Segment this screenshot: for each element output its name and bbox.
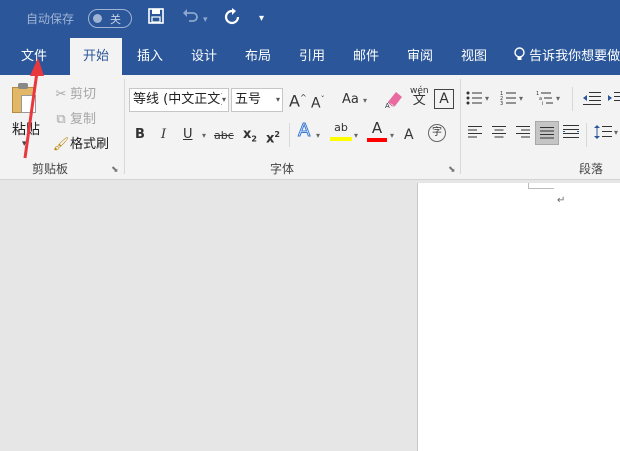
cut-label: 剪切 bbox=[70, 87, 97, 102]
tab-design[interactable]: 设计 bbox=[178, 38, 230, 75]
font-row-separator bbox=[289, 123, 290, 147]
toggle-knob bbox=[93, 14, 102, 23]
font-size-value: 五号 bbox=[235, 92, 262, 107]
increase-indent-icon[interactable] bbox=[607, 90, 620, 112]
ribbon-tabs: 文件 开始 插入 设计 布局 引用 邮件 审阅 视图 告诉我你想要做 bbox=[0, 38, 620, 75]
clear-formatting-icon[interactable]: A bbox=[385, 89, 405, 115]
cut-button[interactable]: ✂ 剪切 bbox=[52, 83, 96, 102]
tell-me-text: 告诉我你想要做 bbox=[529, 49, 620, 64]
document-page[interactable]: ↵ bbox=[417, 183, 620, 451]
copy-icon: ⧉ bbox=[56, 112, 66, 127]
redo-icon[interactable] bbox=[223, 8, 241, 31]
tab-file[interactable]: 文件 bbox=[8, 38, 60, 75]
svg-text:i: i bbox=[542, 101, 543, 106]
undo-icon[interactable] bbox=[182, 8, 200, 29]
chevron-down-icon: ▾ bbox=[275, 95, 280, 104]
distributed-icon[interactable] bbox=[563, 124, 579, 146]
tab-mailings[interactable]: 邮件 bbox=[340, 38, 392, 75]
para-row-separator bbox=[572, 87, 573, 111]
font-name-combo[interactable]: 等线 (中文正文) ▾ bbox=[129, 88, 229, 112]
highlight-button[interactable]: ab bbox=[330, 121, 352, 141]
font-color-bar bbox=[367, 138, 387, 142]
svg-text:▾: ▾ bbox=[519, 94, 523, 103]
chevron-down-icon: ▾ bbox=[221, 89, 226, 111]
align-left-icon[interactable] bbox=[468, 126, 482, 144]
lightbulb-icon bbox=[514, 47, 529, 64]
paragraph-group-label: 段落 bbox=[579, 162, 604, 176]
tab-layout[interactable]: 布局 bbox=[232, 38, 284, 75]
character-border-button[interactable]: A bbox=[434, 89, 454, 109]
align-center-icon[interactable] bbox=[492, 126, 506, 144]
clipboard-group-label: 剪贴板 bbox=[32, 162, 69, 176]
paste-icon[interactable] bbox=[12, 83, 36, 113]
subscript-button[interactable]: x2 bbox=[243, 126, 257, 149]
tell-me-box[interactable]: 告诉我你想要做 bbox=[514, 38, 620, 75]
align-right-icon[interactable] bbox=[516, 126, 530, 144]
scissors-icon: ✂ bbox=[55, 87, 67, 102]
save-icon[interactable] bbox=[148, 8, 164, 29]
enclose-characters-button[interactable]: 字 bbox=[428, 124, 446, 142]
font-name-value: 等线 (中文正文) bbox=[133, 92, 226, 107]
numbering-icon[interactable]: 1 2 3 ▾ bbox=[500, 90, 526, 112]
shrink-font-button[interactable]: Aˇ bbox=[311, 91, 325, 113]
tab-references[interactable]: 引用 bbox=[286, 38, 338, 75]
text-effects-dropdown-icon[interactable]: ▾ bbox=[316, 126, 320, 145]
highlight-dropdown-icon[interactable]: ▾ bbox=[354, 126, 358, 145]
font-group-label: 字体 bbox=[270, 162, 295, 176]
copy-label: 复制 bbox=[70, 112, 97, 127]
svg-text:A: A bbox=[385, 103, 390, 109]
tab-review[interactable]: 审阅 bbox=[394, 38, 446, 75]
group-separator bbox=[460, 79, 461, 174]
grow-font-button[interactable]: A^ bbox=[289, 89, 307, 110]
copy-button[interactable]: ⧉ 复制 bbox=[52, 108, 96, 127]
autosave-label: 自动保存 bbox=[26, 12, 75, 26]
svg-text:▾: ▾ bbox=[614, 128, 618, 137]
text-effects-button[interactable]: A bbox=[297, 121, 310, 140]
superscript-button[interactable]: x2 bbox=[266, 126, 280, 148]
strikethrough-button[interactable]: abc bbox=[214, 127, 234, 145]
format-painter-button[interactable]: 🖌格式刷 bbox=[52, 133, 109, 152]
underline-button[interactable]: U bbox=[183, 126, 193, 144]
format-painter-label: 格式刷 bbox=[70, 137, 110, 152]
multilevel-list-icon[interactable]: 1 a i ▾ bbox=[536, 90, 564, 112]
autosave-toggle[interactable]: 关 bbox=[88, 9, 132, 28]
font-launcher-icon[interactable]: ⬊ bbox=[448, 165, 456, 175]
underline-dropdown-icon[interactable]: ▾ bbox=[202, 126, 206, 145]
paste-button[interactable]: 粘贴 bbox=[12, 119, 40, 139]
clipboard-clip bbox=[18, 83, 28, 89]
svg-text:▾: ▾ bbox=[556, 94, 560, 103]
autosave-state: 关 bbox=[110, 13, 121, 26]
svg-text:▾: ▾ bbox=[485, 94, 489, 103]
font-color-button[interactable]: A bbox=[367, 121, 387, 142]
margin-crop-mark bbox=[528, 183, 554, 189]
italic-button[interactable]: I bbox=[161, 126, 166, 144]
bullets-icon[interactable]: ▾ bbox=[466, 90, 492, 112]
para-row-separator bbox=[586, 123, 587, 147]
clipboard-launcher-icon[interactable]: ⬊ bbox=[111, 165, 119, 175]
justify-icon[interactable] bbox=[535, 121, 559, 145]
tab-view[interactable]: 视图 bbox=[448, 38, 500, 75]
tab-insert[interactable]: 插入 bbox=[124, 38, 176, 75]
undo-dropdown-icon[interactable]: ▾ bbox=[203, 10, 208, 30]
paste-dropdown-icon[interactable]: ▾ bbox=[22, 139, 27, 149]
decrease-indent-icon[interactable] bbox=[582, 90, 602, 112]
tab-home[interactable]: 开始 bbox=[70, 38, 122, 75]
change-case-button[interactable]: Aa ▾ bbox=[342, 91, 367, 110]
font-color-a-icon: A bbox=[404, 127, 414, 143]
svg-text:3: 3 bbox=[500, 101, 503, 106]
clipboard-page bbox=[21, 95, 36, 113]
group-separator bbox=[124, 79, 125, 174]
phonetic-guide-button[interactable]: wén 文 bbox=[410, 86, 429, 107]
bold-button[interactable]: B bbox=[135, 126, 145, 144]
paragraph-mark: ↵ bbox=[557, 195, 566, 206]
ribbon-home: 粘贴 ▾ ✂ 剪切 ⧉ 复制 🖌格式刷 剪贴板 ⬊ 等线 (中文正文) ▾ 五号 ▾… bbox=[0, 75, 620, 180]
font-color-dropdown-icon[interactable]: ▾ bbox=[390, 126, 394, 145]
paintbrush-icon: 🖌 bbox=[52, 137, 70, 152]
highlight-color-bar bbox=[330, 137, 352, 141]
customize-qat-icon[interactable]: ▾ bbox=[259, 9, 264, 29]
font-size-combo[interactable]: 五号 ▾ bbox=[231, 88, 283, 112]
line-spacing-icon[interactable]: ▾ bbox=[594, 124, 620, 146]
title-bar: 自动保存 关 ▾ ▾ bbox=[0, 0, 620, 38]
